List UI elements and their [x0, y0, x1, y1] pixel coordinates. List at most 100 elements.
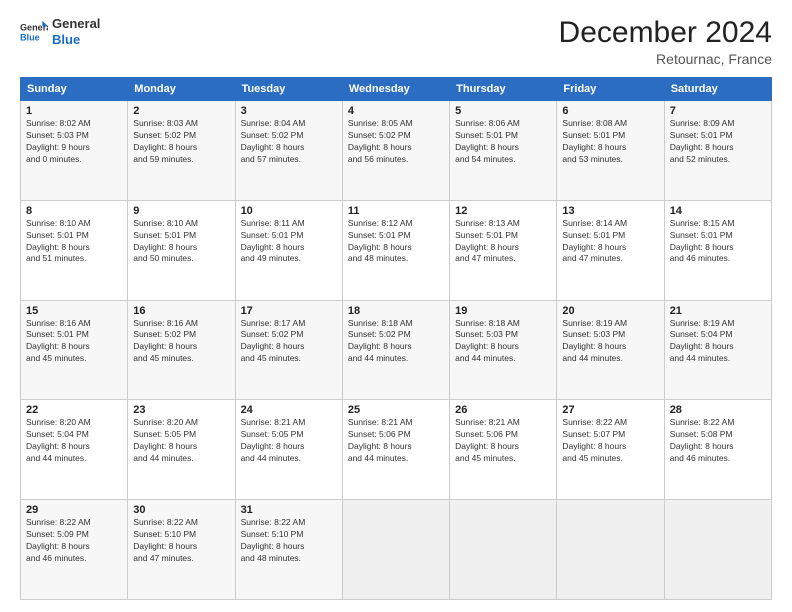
day-info: Sunrise: 8:14 AMSunset: 5:01 PMDaylight:…	[562, 218, 627, 264]
day-info: Sunrise: 8:21 AMSunset: 5:06 PMDaylight:…	[455, 417, 520, 463]
day-number: 19	[455, 305, 551, 317]
table-row: 14Sunrise: 8:15 AMSunset: 5:01 PMDayligh…	[664, 200, 771, 300]
table-row: 30Sunrise: 8:22 AMSunset: 5:10 PMDayligh…	[128, 500, 235, 600]
table-row: 15Sunrise: 8:16 AMSunset: 5:01 PMDayligh…	[21, 300, 128, 400]
table-row	[450, 500, 557, 600]
table-row: 3Sunrise: 8:04 AMSunset: 5:02 PMDaylight…	[235, 101, 342, 201]
day-info: Sunrise: 8:18 AMSunset: 5:02 PMDaylight:…	[348, 318, 413, 364]
day-info: Sunrise: 8:20 AMSunset: 5:04 PMDaylight:…	[26, 417, 91, 463]
table-row: 22Sunrise: 8:20 AMSunset: 5:04 PMDayligh…	[21, 400, 128, 500]
table-row	[557, 500, 664, 600]
day-number: 25	[348, 404, 444, 416]
calendar-week-row: 29Sunrise: 8:22 AMSunset: 5:09 PMDayligh…	[21, 500, 772, 600]
day-info: Sunrise: 8:15 AMSunset: 5:01 PMDaylight:…	[670, 218, 735, 264]
day-number: 16	[133, 305, 229, 317]
day-info: Sunrise: 8:19 AMSunset: 5:04 PMDaylight:…	[670, 318, 735, 364]
day-number: 7	[670, 105, 766, 117]
day-number: 28	[670, 404, 766, 416]
day-number: 23	[133, 404, 229, 416]
page: General Blue General Blue December 2024 …	[0, 0, 792, 612]
svg-text:Blue: Blue	[20, 32, 40, 42]
table-row: 18Sunrise: 8:18 AMSunset: 5:02 PMDayligh…	[342, 300, 449, 400]
title-block: December 2024 Retournac, France	[559, 16, 772, 67]
day-number: 24	[241, 404, 337, 416]
col-monday: Monday	[128, 78, 235, 101]
day-number: 20	[562, 305, 658, 317]
day-number: 1	[26, 105, 122, 117]
table-row: 11Sunrise: 8:12 AMSunset: 5:01 PMDayligh…	[342, 200, 449, 300]
day-info: Sunrise: 8:21 AMSunset: 5:06 PMDaylight:…	[348, 417, 413, 463]
day-number: 6	[562, 105, 658, 117]
calendar-table: Sunday Monday Tuesday Wednesday Thursday…	[20, 77, 772, 600]
day-number: 4	[348, 105, 444, 117]
table-row: 8Sunrise: 8:10 AMSunset: 5:01 PMDaylight…	[21, 200, 128, 300]
header: General Blue General Blue December 2024 …	[20, 16, 772, 67]
day-number: 22	[26, 404, 122, 416]
table-row: 10Sunrise: 8:11 AMSunset: 5:01 PMDayligh…	[235, 200, 342, 300]
day-number: 12	[455, 205, 551, 217]
day-info: Sunrise: 8:03 AMSunset: 5:02 PMDaylight:…	[133, 118, 198, 164]
page-title: December 2024	[559, 16, 772, 49]
table-row: 9Sunrise: 8:10 AMSunset: 5:01 PMDaylight…	[128, 200, 235, 300]
day-number: 14	[670, 205, 766, 217]
table-row: 26Sunrise: 8:21 AMSunset: 5:06 PMDayligh…	[450, 400, 557, 500]
day-info: Sunrise: 8:10 AMSunset: 5:01 PMDaylight:…	[26, 218, 91, 264]
table-row: 29Sunrise: 8:22 AMSunset: 5:09 PMDayligh…	[21, 500, 128, 600]
day-info: Sunrise: 8:10 AMSunset: 5:01 PMDaylight:…	[133, 218, 198, 264]
logo-icon: General Blue	[20, 18, 48, 46]
table-row: 25Sunrise: 8:21 AMSunset: 5:06 PMDayligh…	[342, 400, 449, 500]
day-number: 8	[26, 205, 122, 217]
day-info: Sunrise: 8:16 AMSunset: 5:01 PMDaylight:…	[26, 318, 91, 364]
day-info: Sunrise: 8:09 AMSunset: 5:01 PMDaylight:…	[670, 118, 735, 164]
day-info: Sunrise: 8:22 AMSunset: 5:09 PMDaylight:…	[26, 517, 91, 563]
day-info: Sunrise: 8:12 AMSunset: 5:01 PMDaylight:…	[348, 218, 413, 264]
table-row: 23Sunrise: 8:20 AMSunset: 5:05 PMDayligh…	[128, 400, 235, 500]
day-info: Sunrise: 8:22 AMSunset: 5:07 PMDaylight:…	[562, 417, 627, 463]
day-info: Sunrise: 8:20 AMSunset: 5:05 PMDaylight:…	[133, 417, 198, 463]
col-friday: Friday	[557, 78, 664, 101]
table-row: 28Sunrise: 8:22 AMSunset: 5:08 PMDayligh…	[664, 400, 771, 500]
day-number: 15	[26, 305, 122, 317]
table-row: 1Sunrise: 8:02 AMSunset: 5:03 PMDaylight…	[21, 101, 128, 201]
day-number: 5	[455, 105, 551, 117]
day-number: 17	[241, 305, 337, 317]
logo-text: General Blue	[52, 16, 100, 47]
day-info: Sunrise: 8:18 AMSunset: 5:03 PMDaylight:…	[455, 318, 520, 364]
day-number: 18	[348, 305, 444, 317]
day-info: Sunrise: 8:08 AMSunset: 5:01 PMDaylight:…	[562, 118, 627, 164]
day-number: 3	[241, 105, 337, 117]
day-number: 26	[455, 404, 551, 416]
table-row: 20Sunrise: 8:19 AMSunset: 5:03 PMDayligh…	[557, 300, 664, 400]
day-info: Sunrise: 8:04 AMSunset: 5:02 PMDaylight:…	[241, 118, 306, 164]
calendar-week-row: 22Sunrise: 8:20 AMSunset: 5:04 PMDayligh…	[21, 400, 772, 500]
day-info: Sunrise: 8:13 AMSunset: 5:01 PMDaylight:…	[455, 218, 520, 264]
day-info: Sunrise: 8:22 AMSunset: 5:08 PMDaylight:…	[670, 417, 735, 463]
day-number: 13	[562, 205, 658, 217]
day-number: 2	[133, 105, 229, 117]
col-wednesday: Wednesday	[342, 78, 449, 101]
day-info: Sunrise: 8:17 AMSunset: 5:02 PMDaylight:…	[241, 318, 306, 364]
table-row: 17Sunrise: 8:17 AMSunset: 5:02 PMDayligh…	[235, 300, 342, 400]
calendar-week-row: 15Sunrise: 8:16 AMSunset: 5:01 PMDayligh…	[21, 300, 772, 400]
table-row	[342, 500, 449, 600]
day-info: Sunrise: 8:19 AMSunset: 5:03 PMDaylight:…	[562, 318, 627, 364]
table-row: 2Sunrise: 8:03 AMSunset: 5:02 PMDaylight…	[128, 101, 235, 201]
page-subtitle: Retournac, France	[559, 51, 772, 67]
day-info: Sunrise: 8:22 AMSunset: 5:10 PMDaylight:…	[241, 517, 306, 563]
table-row	[664, 500, 771, 600]
day-info: Sunrise: 8:02 AMSunset: 5:03 PMDaylight:…	[26, 118, 91, 164]
table-row: 13Sunrise: 8:14 AMSunset: 5:01 PMDayligh…	[557, 200, 664, 300]
col-saturday: Saturday	[664, 78, 771, 101]
table-row: 6Sunrise: 8:08 AMSunset: 5:01 PMDaylight…	[557, 101, 664, 201]
col-tuesday: Tuesday	[235, 78, 342, 101]
table-row: 21Sunrise: 8:19 AMSunset: 5:04 PMDayligh…	[664, 300, 771, 400]
day-number: 9	[133, 205, 229, 217]
table-row: 12Sunrise: 8:13 AMSunset: 5:01 PMDayligh…	[450, 200, 557, 300]
calendar-week-row: 8Sunrise: 8:10 AMSunset: 5:01 PMDaylight…	[21, 200, 772, 300]
logo: General Blue General Blue	[20, 16, 100, 47]
day-info: Sunrise: 8:06 AMSunset: 5:01 PMDaylight:…	[455, 118, 520, 164]
table-row: 19Sunrise: 8:18 AMSunset: 5:03 PMDayligh…	[450, 300, 557, 400]
table-row: 16Sunrise: 8:16 AMSunset: 5:02 PMDayligh…	[128, 300, 235, 400]
col-thursday: Thursday	[450, 78, 557, 101]
col-sunday: Sunday	[21, 78, 128, 101]
